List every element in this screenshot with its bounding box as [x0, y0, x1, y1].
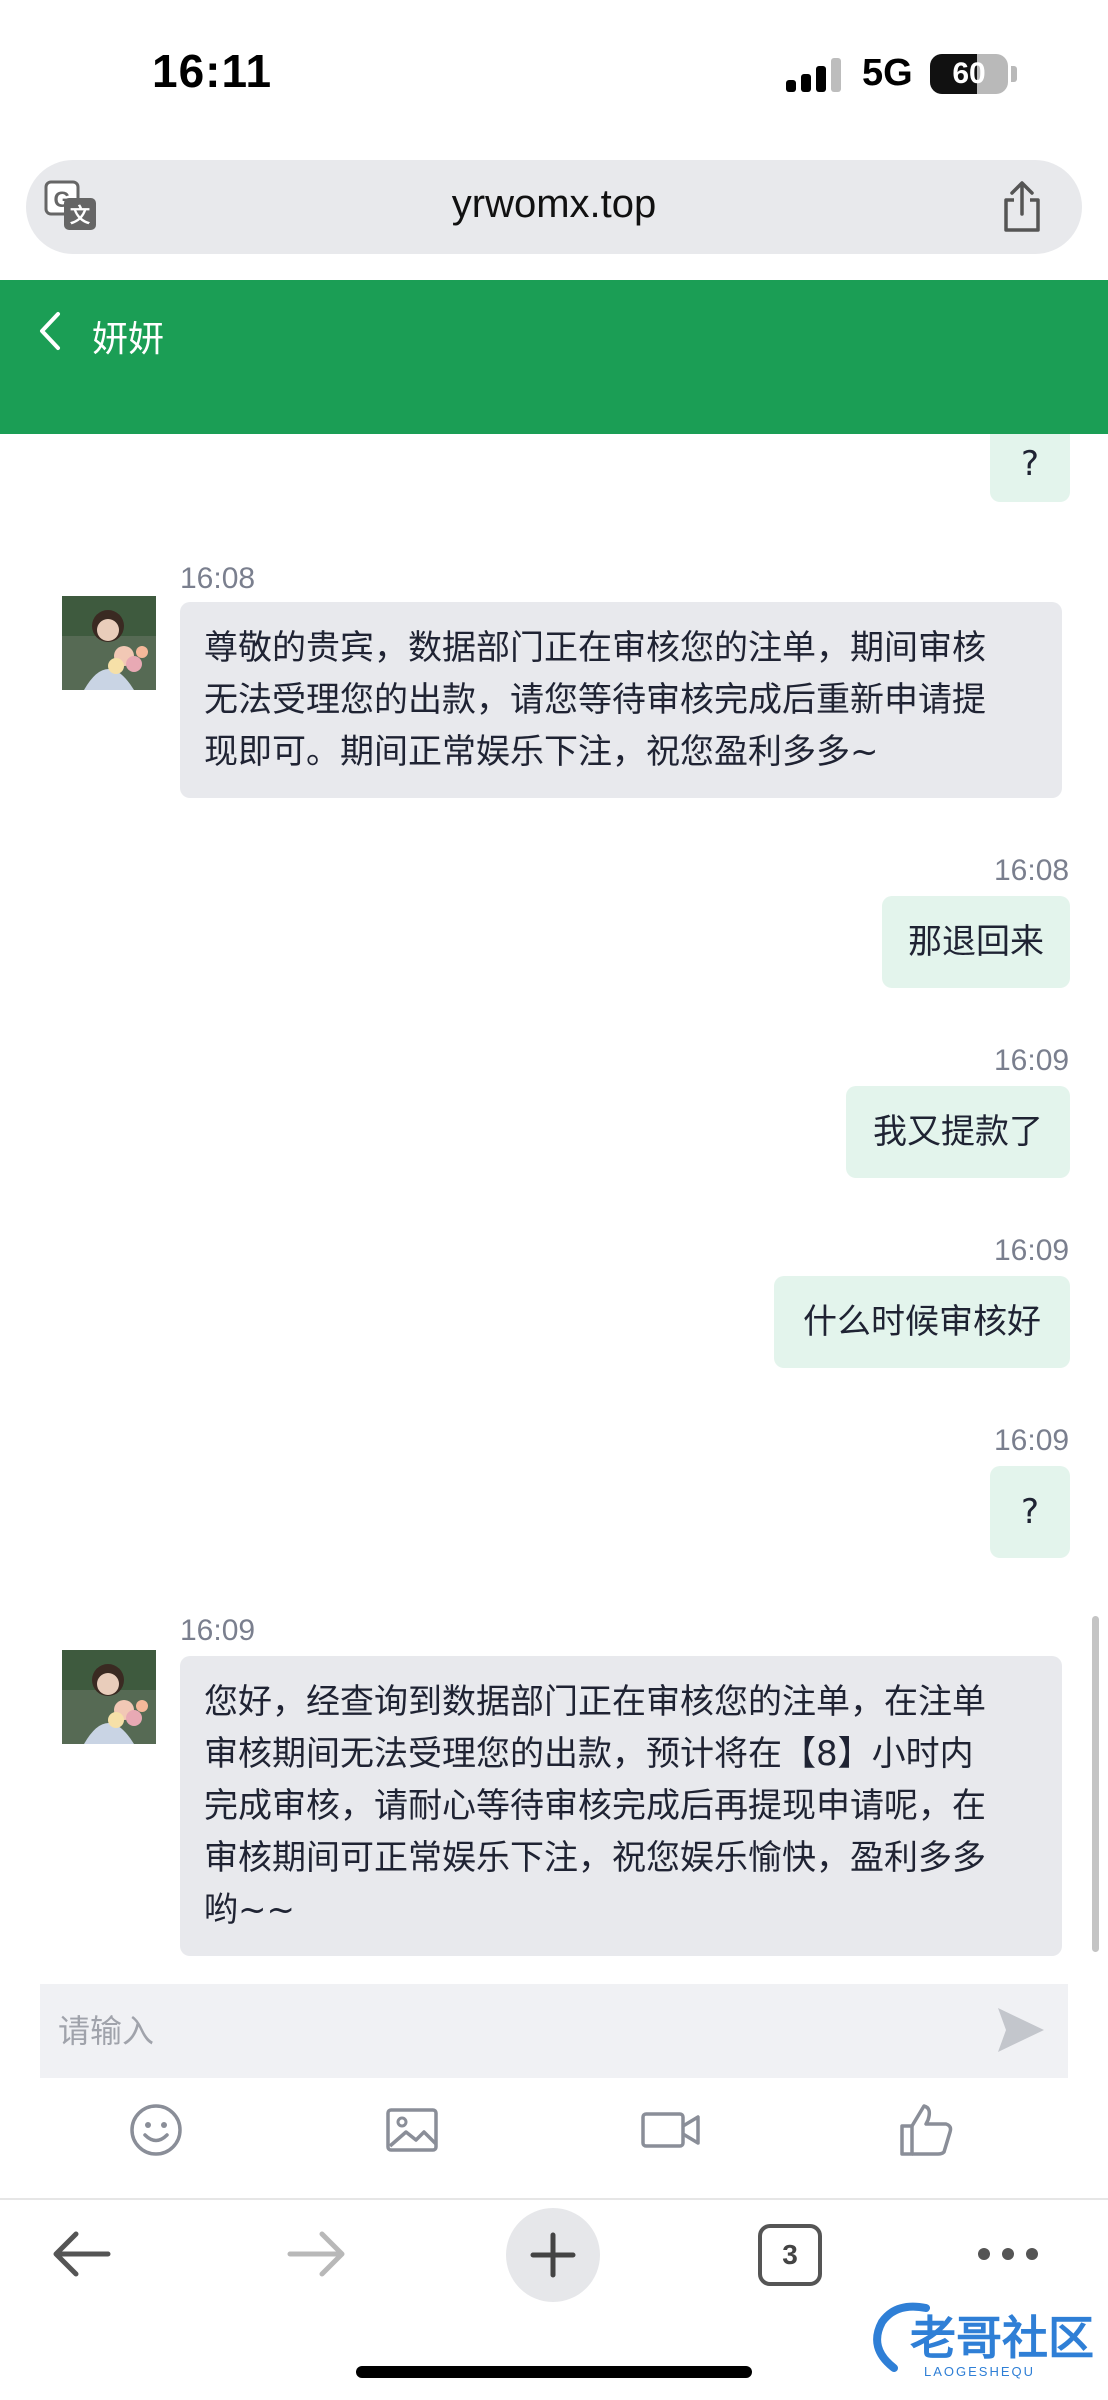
battery-level: 60 [952, 57, 986, 90]
plus-icon [530, 2232, 576, 2278]
battery-cap [1011, 66, 1017, 82]
share-icon[interactable] [998, 180, 1046, 234]
watermark-subtext: LAOGESHEQU [924, 2364, 1035, 2379]
incoming-message-bubble: 您好，经查询到数据部门正在审核您的注单，在注单 审核期间无法受理您的出款，预计将… [180, 1656, 1062, 1956]
incoming-message-bubble: 尊敬的贵宾，数据部门正在审核您的注单，期间审核 无法受理您的出款，请您等待审核完… [180, 602, 1062, 798]
toolbar-divider [0, 2198, 1108, 2200]
url-text[interactable]: yrwomx.top [0, 182, 1108, 227]
new-tab-button[interactable] [506, 2208, 600, 2302]
battery-icon: 60 [930, 54, 1008, 94]
network-type: 5G [862, 52, 913, 94]
message-text: 什么时候审核好 [803, 1302, 1041, 1342]
chat-title: 妍妍 [92, 319, 165, 360]
home-indicator [356, 2366, 752, 2378]
video-icon[interactable] [640, 2102, 702, 2158]
image-icon[interactable] [384, 2102, 440, 2158]
tab-count: 3 [782, 2239, 798, 2270]
message-input[interactable] [40, 1984, 1068, 2078]
signal-strength-icon [786, 58, 846, 92]
message-line: 现即可。期间正常娱乐下注，祝您盈利多多~ [204, 732, 879, 772]
send-icon[interactable] [994, 2004, 1046, 2056]
message-timestamp: 16:09 [994, 1424, 1070, 1457]
thumbs-up-icon[interactable] [898, 2102, 954, 2158]
watermark-logo: 老哥社区 LAOGESHEQU [873, 2302, 1094, 2379]
avatar [62, 1650, 156, 1744]
status-bar: 16:11 5G 60 [0, 0, 1108, 150]
phone-screen: 16:11 5G 60 G 文 yrwomx.top 妍妍 ? 16:08 尊敬… [0, 0, 1108, 2400]
message-timestamp: 16:09 [994, 1044, 1070, 1077]
message-line: 审核期间可正常娱乐下注，祝您娱乐愉快，盈利多多 [204, 1838, 986, 1878]
message-timestamp: 16:09 [994, 1234, 1070, 1267]
message-line: 审核期间无法受理您的出款，预计将在【8】小时内 [204, 1734, 974, 1774]
message-line: 无法受理您的出款，请您等待审核完成后重新申请提 [204, 680, 986, 720]
message-text: 我又提款了 [873, 1112, 1043, 1152]
chat-scrollbar[interactable] [1092, 1616, 1099, 1952]
chat-back-icon[interactable] [34, 310, 64, 352]
forward-arrow-icon[interactable] [286, 2230, 348, 2278]
watermark-text: 老哥社区 [910, 2311, 1094, 2365]
more-icon[interactable] [976, 2244, 1040, 2264]
outgoing-message-bubble: 那退回来 [882, 896, 1070, 988]
outgoing-message-bubble: ? [990, 434, 1070, 502]
message-text: ? [1020, 1492, 1040, 1532]
tabs-button[interactable]: 3 [758, 2224, 822, 2286]
message-timestamp: 16:08 [994, 854, 1070, 887]
message-line: 哟~~ [204, 1890, 295, 1930]
outgoing-message-bubble: ? [990, 1466, 1070, 1558]
avatar [62, 596, 156, 690]
status-time: 16:11 [152, 45, 273, 97]
message-text: ? [1020, 444, 1040, 484]
back-arrow-icon[interactable] [50, 2230, 112, 2278]
emoji-icon[interactable] [128, 2102, 184, 2158]
outgoing-message-bubble: 我又提款了 [846, 1086, 1070, 1178]
message-text: 那退回来 [908, 922, 1044, 962]
message-timestamp: 16:09 [180, 1614, 256, 1647]
chat-header [0, 280, 1108, 434]
outgoing-message-bubble: 什么时候审核好 [774, 1276, 1070, 1368]
message-line: 尊敬的贵宾，数据部门正在审核您的注单，期间审核 [204, 628, 986, 668]
message-timestamp: 16:08 [180, 562, 256, 595]
message-line: 您好，经查询到数据部门正在审核您的注单，在注单 [204, 1682, 986, 1722]
message-line: 完成审核，请耐心等待审核完成后再提现申请呢，在 [204, 1786, 986, 1826]
